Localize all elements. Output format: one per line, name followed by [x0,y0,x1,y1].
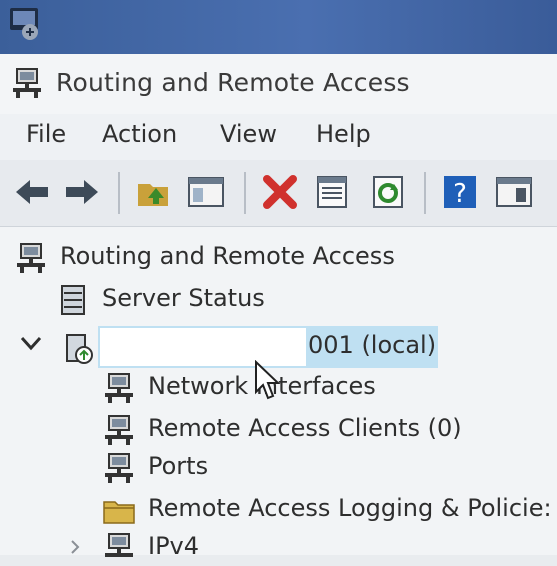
tree-label: Ports [148,452,209,480]
rras-app-icon [13,68,41,98]
refresh-icon[interactable] [368,172,408,212]
tree-label: Remote Access Logging & Policie: [148,494,552,522]
delete-icon[interactable] [260,172,300,212]
tree-label: Remote Access Clients (0) [148,414,462,442]
svg-text:?: ? [453,179,467,209]
toolbar-separator [118,172,120,214]
show-hide-console-tree-icon[interactable] [186,172,226,212]
server-local-label: 001 (local) [308,331,437,359]
menu-help[interactable]: Help [316,120,371,148]
folder-icon [103,501,135,524]
toolbar-separator [424,172,426,214]
toolbar: ? [0,160,557,227]
title-bar: Routing and Remote Access [0,54,557,115]
action-pane-icon[interactable] [494,172,534,212]
tree-label: Server Status [102,284,265,312]
back-arrow-icon[interactable] [12,172,52,212]
tree-label: IPv4 [148,532,200,560]
desktop-strip [0,0,557,54]
menu-action[interactable]: Action [102,120,177,148]
up-folder-icon[interactable] [134,172,174,212]
chevron-down-icon[interactable] [18,330,44,356]
menu-view[interactable]: View [220,120,277,148]
help-icon[interactable]: ? [440,172,480,212]
tree-label: Routing and Remote Access [60,242,395,270]
server-icon [66,334,93,364]
server-status-icon [61,285,85,315]
chevron-right-icon[interactable] [66,538,84,556]
remote-access-clients-icon [105,415,133,445]
window-title: Routing and Remote Access [56,68,410,97]
network-interfaces-icon [105,373,133,403]
app-taskbar-icon[interactable] [6,4,44,44]
rras-node-icon [17,243,45,273]
toolbar-separator [244,172,246,214]
properties-icon[interactable] [312,172,352,212]
menu-bar: File Action View Help [0,114,557,160]
mouse-cursor-icon [255,360,281,400]
ipv4-icon [105,533,133,557]
ports-icon [105,453,133,483]
menu-file[interactable]: File [26,120,66,148]
forward-arrow-icon[interactable] [62,172,102,212]
